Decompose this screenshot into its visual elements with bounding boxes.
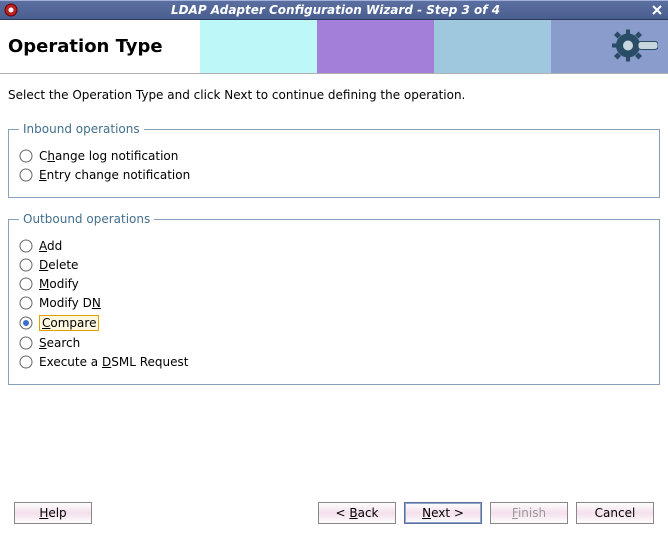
finish-label: Finish	[512, 506, 546, 520]
cancel-button[interactable]: Cancel	[576, 502, 654, 524]
help-button[interactable]: Help	[14, 502, 92, 524]
outbound-option-5[interactable]: Search	[19, 336, 649, 350]
outbound-option-label: Compare	[39, 315, 99, 331]
instruction-text: Select the Operation Type and click Next…	[0, 74, 668, 108]
cancel-label: Cancel	[595, 506, 636, 520]
outbound-option-4[interactable]: Compare	[19, 315, 649, 331]
inbound-legend: Inbound operations	[19, 122, 144, 136]
outbound-option-0[interactable]: Add	[19, 239, 649, 253]
finish-button: Finish	[490, 502, 568, 524]
inbound-option-0[interactable]: Change log notification	[19, 149, 649, 163]
radio-icon	[19, 149, 33, 163]
outbound-option-6[interactable]: Execute a DSML Request	[19, 355, 649, 369]
outbound-option-label: Search	[39, 336, 80, 350]
outbound-option-1[interactable]: Delete	[19, 258, 649, 272]
radio-icon	[19, 258, 33, 272]
button-bar: Help < Back Next > Finish Cancel	[10, 502, 658, 524]
next-label: Next >	[422, 506, 464, 520]
close-icon[interactable]	[649, 2, 665, 18]
outbound-group: Outbound operations Add Delete Modify Modif…	[8, 212, 660, 385]
inbound-option-label: Entry change notification	[39, 168, 190, 182]
inbound-option-label: Change log notification	[39, 149, 178, 163]
title-bar: LDAP Adapter Configuration Wizard - Step…	[0, 0, 668, 20]
back-label: < Back	[335, 506, 378, 520]
back-button[interactable]: < Back	[318, 502, 396, 524]
content-area: Inbound operations Change log notificati…	[0, 108, 668, 403]
outbound-option-label: Add	[39, 239, 62, 253]
radio-icon	[19, 239, 33, 253]
outbound-option-label: Modify	[39, 277, 79, 291]
help-label: Help	[39, 506, 66, 520]
outbound-option-2[interactable]: Modify	[19, 277, 649, 291]
outbound-option-label: Modify DN	[39, 296, 101, 310]
outbound-option-label: Delete	[39, 258, 78, 272]
header-decoration	[200, 20, 668, 73]
inbound-option-1[interactable]: Entry change notification	[19, 168, 649, 182]
page-title: Operation Type	[8, 36, 163, 57]
outbound-option-label: Execute a DSML Request	[39, 355, 188, 369]
radio-icon	[19, 355, 33, 369]
radio-icon	[19, 336, 33, 350]
radio-icon	[19, 296, 33, 310]
radio-selected-icon	[19, 316, 33, 330]
next-button[interactable]: Next >	[404, 502, 482, 524]
wizard-header: Operation Type	[0, 20, 668, 74]
radio-icon	[19, 277, 33, 291]
outbound-option-3[interactable]: Modify DN	[19, 296, 649, 310]
inbound-group: Inbound operations Change log notificati…	[8, 122, 660, 198]
window-title: LDAP Adapter Configuration Wizard - Step…	[22, 3, 649, 17]
app-icon	[4, 3, 18, 17]
gear-icon	[610, 27, 658, 66]
outbound-legend: Outbound operations	[19, 212, 154, 226]
radio-icon	[19, 168, 33, 182]
